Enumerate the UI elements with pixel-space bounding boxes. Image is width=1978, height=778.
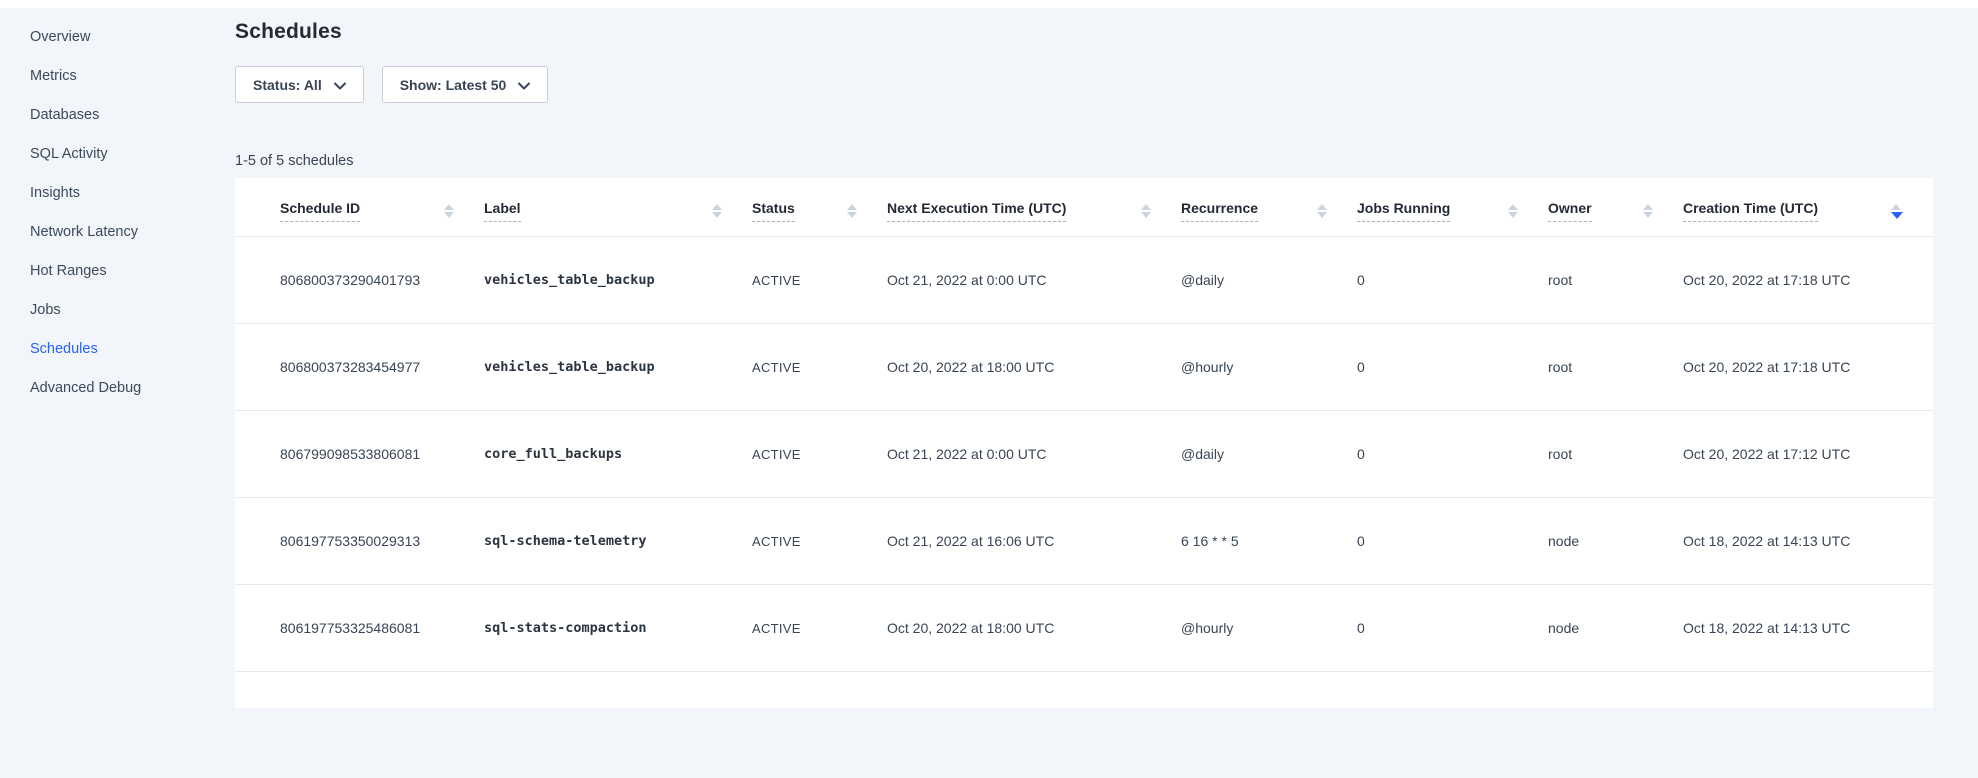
- sidebar-item-overview[interactable]: Overview: [0, 18, 235, 57]
- column-label: Recurrence: [1181, 200, 1258, 222]
- status-filter-dropdown[interactable]: Status: All: [235, 66, 364, 103]
- cell-recurrence: @hourly: [1181, 585, 1357, 672]
- sidebar-item-metrics[interactable]: Metrics: [0, 57, 235, 96]
- sidebar-item-hot-ranges[interactable]: Hot Ranges: [0, 252, 235, 291]
- cell-status: ACTIVE: [752, 498, 887, 585]
- column-label: Next Execution Time (UTC): [887, 200, 1066, 222]
- sidebar-item-insights[interactable]: Insights: [0, 174, 235, 213]
- cell-next-execution: Oct 21, 2022 at 0:00 UTC: [887, 237, 1181, 324]
- schedules-table: Schedule ID Label Stat: [235, 178, 1933, 672]
- cell-jobs-running: 0: [1357, 324, 1548, 411]
- cell-creation-time: Oct 20, 2022 at 17:18 UTC: [1683, 324, 1933, 411]
- cell-id: 806799098533806081: [235, 411, 484, 498]
- cell-jobs-running: 0: [1357, 237, 1548, 324]
- column-header-creation-time[interactable]: Creation Time (UTC): [1683, 178, 1933, 237]
- sort-icon: [444, 204, 454, 218]
- chevron-down-icon: [518, 82, 530, 90]
- sidebar-item-network-latency[interactable]: Network Latency: [0, 213, 235, 252]
- sidebar-item-sql-activity[interactable]: SQL Activity: [0, 135, 235, 174]
- cell-id: 806800373283454977: [235, 324, 484, 411]
- column-header-recurrence[interactable]: Recurrence: [1181, 178, 1357, 237]
- cell-owner: root: [1548, 324, 1683, 411]
- cell-label: sql-stats-compaction: [484, 585, 752, 672]
- column-header-jobs-running[interactable]: Jobs Running: [1357, 178, 1548, 237]
- table-row[interactable]: 806799098533806081core_full_backupsACTIV…: [235, 411, 1933, 498]
- sort-icon: [1508, 204, 1518, 218]
- cell-recurrence: @daily: [1181, 237, 1357, 324]
- main-content: Schedules Status: All Show: Latest 50 1-…: [235, 8, 1978, 778]
- sort-icon: [1141, 204, 1151, 218]
- chevron-down-icon: [334, 82, 346, 90]
- sort-icon: [1643, 204, 1653, 218]
- app-layout: Overview Metrics Databases SQL Activity …: [0, 8, 1978, 778]
- cell-owner: root: [1548, 411, 1683, 498]
- column-label: Creation Time (UTC): [1683, 200, 1818, 222]
- page-title: Schedules: [235, 20, 1933, 44]
- sort-icon: [1317, 204, 1327, 218]
- cell-creation-time: Oct 18, 2022 at 14:13 UTC: [1683, 498, 1933, 585]
- table-row[interactable]: 806197753325486081sql-stats-compactionAC…: [235, 585, 1933, 672]
- cell-jobs-running: 0: [1357, 411, 1548, 498]
- cell-next-execution: Oct 21, 2022 at 16:06 UTC: [887, 498, 1181, 585]
- cell-label: sql-schema-telemetry: [484, 498, 752, 585]
- table-header: Schedule ID Label Stat: [235, 178, 1933, 237]
- schedules-table-card: Schedule ID Label Stat: [235, 178, 1933, 708]
- cell-next-execution: Oct 21, 2022 at 0:00 UTC: [887, 411, 1181, 498]
- column-label: Owner: [1548, 200, 1592, 222]
- sidebar-item-advanced-debug[interactable]: Advanced Debug: [0, 369, 235, 408]
- column-label: Schedule ID: [280, 200, 360, 222]
- sidebar-item-databases[interactable]: Databases: [0, 96, 235, 135]
- sidebar-nav: Overview Metrics Databases SQL Activity …: [0, 18, 235, 408]
- cell-status: ACTIVE: [752, 324, 887, 411]
- cell-id: 806197753325486081: [235, 585, 484, 672]
- column-label: Jobs Running: [1357, 200, 1450, 222]
- table-row[interactable]: 806800373283454977vehicles_table_backupA…: [235, 324, 1933, 411]
- cell-id: 806197753350029313: [235, 498, 484, 585]
- cell-jobs-running: 0: [1357, 498, 1548, 585]
- sort-desc-icon: [1891, 204, 1903, 219]
- sidebar-item-jobs[interactable]: Jobs: [0, 291, 235, 330]
- filters-bar: Status: All Show: Latest 50: [235, 66, 1933, 103]
- cell-label: vehicles_table_backup: [484, 324, 752, 411]
- column-header-label[interactable]: Label: [484, 178, 752, 237]
- status-filter-label: Status: All: [253, 77, 322, 93]
- sidebar: Overview Metrics Databases SQL Activity …: [0, 8, 235, 778]
- table-body: 806800373290401793vehicles_table_backupA…: [235, 237, 1933, 672]
- column-header-schedule-id[interactable]: Schedule ID: [235, 178, 484, 237]
- table-row[interactable]: 806800373290401793vehicles_table_backupA…: [235, 237, 1933, 324]
- sort-icon: [847, 204, 857, 218]
- cell-owner: node: [1548, 498, 1683, 585]
- cell-id: 806800373290401793: [235, 237, 484, 324]
- cell-next-execution: Oct 20, 2022 at 18:00 UTC: [887, 585, 1181, 672]
- results-count: 1-5 of 5 schedules: [235, 153, 1933, 169]
- cell-status: ACTIVE: [752, 411, 887, 498]
- table-row[interactable]: 806197753350029313sql-schema-telemetryAC…: [235, 498, 1933, 585]
- cell-status: ACTIVE: [752, 585, 887, 672]
- cell-owner: node: [1548, 585, 1683, 672]
- sidebar-item-schedules[interactable]: Schedules: [0, 330, 235, 369]
- show-filter-label: Show: Latest 50: [400, 77, 507, 93]
- column-label: Label: [484, 200, 521, 222]
- cell-creation-time: Oct 18, 2022 at 14:13 UTC: [1683, 585, 1933, 672]
- sort-icon: [712, 204, 722, 218]
- cell-recurrence: 6 16 * * 5: [1181, 498, 1357, 585]
- page-top-strip: [0, 0, 1978, 8]
- cell-label: core_full_backups: [484, 411, 752, 498]
- cell-recurrence: @hourly: [1181, 324, 1357, 411]
- cell-status: ACTIVE: [752, 237, 887, 324]
- show-filter-dropdown[interactable]: Show: Latest 50: [382, 66, 549, 103]
- column-header-owner[interactable]: Owner: [1548, 178, 1683, 237]
- cell-label: vehicles_table_backup: [484, 237, 752, 324]
- column-label: Status: [752, 200, 795, 222]
- cell-creation-time: Oct 20, 2022 at 17:18 UTC: [1683, 237, 1933, 324]
- column-header-next-execution-time[interactable]: Next Execution Time (UTC): [887, 178, 1181, 237]
- column-header-status[interactable]: Status: [752, 178, 887, 237]
- cell-next-execution: Oct 20, 2022 at 18:00 UTC: [887, 324, 1181, 411]
- cell-jobs-running: 0: [1357, 585, 1548, 672]
- cell-owner: root: [1548, 237, 1683, 324]
- cell-creation-time: Oct 20, 2022 at 17:12 UTC: [1683, 411, 1933, 498]
- cell-recurrence: @daily: [1181, 411, 1357, 498]
